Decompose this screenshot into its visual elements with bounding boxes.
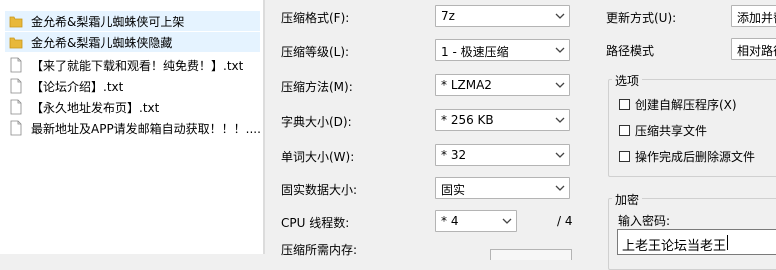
format-select-value: 7z <box>441 9 455 23</box>
sfx-checkbox[interactable]: 创建自解压程序(X) <box>619 96 737 113</box>
folder-icon <box>9 16 23 28</box>
chevron-down-icon <box>555 13 565 19</box>
dict-label: 字典大小(D): <box>281 115 352 129</box>
chevron-down-icon <box>502 218 512 224</box>
format-select[interactable]: 7z <box>435 5 570 27</box>
options-group-title: 选项 <box>612 72 643 89</box>
file-name: 【论坛介绍】.txt <box>31 79 124 94</box>
update-select[interactable]: 添加并替 <box>731 5 776 27</box>
method-select-value: * LZMA2 <box>441 78 492 92</box>
chevron-down-icon <box>555 185 565 191</box>
path-mode-select[interactable]: 相对路径 <box>731 38 776 60</box>
chevron-down-icon <box>555 47 565 53</box>
level-select[interactable]: 1 - 极速压缩 <box>435 39 570 61</box>
update-select-value: 添加并替 <box>737 11 776 25</box>
threads-select-value: * 4 <box>441 214 459 228</box>
text-caret <box>727 235 728 250</box>
file-list-item[interactable]: 最新地址及APP请发邮箱自动获取！！！.... <box>5 118 260 138</box>
threads-max: / 4 <box>557 214 573 228</box>
shared-files-checkbox[interactable]: 压缩共享文件 <box>619 122 707 139</box>
folder-icon <box>9 37 23 49</box>
word-select-value: * 32 <box>441 148 467 162</box>
text-file-icon <box>10 78 22 94</box>
solid-select[interactable]: 固实 <box>435 177 570 199</box>
add-to-archive-dialog: 压缩格式(F): 7z 压缩等级(L): 1 - 极速压缩 压缩方法(M): *… <box>265 0 776 270</box>
password-label: 输入密码: <box>618 214 671 228</box>
chevron-down-icon <box>555 152 565 158</box>
path-mode-label: 路径模式 <box>606 44 655 58</box>
level-select-value: 1 - 极速压缩 <box>441 45 509 59</box>
text-file-icon <box>10 120 22 136</box>
delete-source-checkbox[interactable]: 操作完成后删除源文件 <box>619 148 755 165</box>
file-name: 【永久地址发布页】.txt <box>31 100 160 115</box>
text-file-icon <box>10 99 22 115</box>
file-list-item[interactable]: 【论坛介绍】.txt <box>5 76 260 96</box>
file-list-item[interactable]: 【永久地址发布页】.txt <box>5 97 260 117</box>
file-list-pane: 金允希&梨霜儿蜘蛛侠可上架 金允希&梨霜儿蜘蛛侠隐藏 【来了就能下载和观看！纯免… <box>0 0 263 254</box>
memory-value-box <box>490 249 572 260</box>
dict-select[interactable]: * 256 KB <box>435 109 570 131</box>
password-input-value: 上老王论坛当老王 <box>622 239 727 254</box>
path-mode-select-value: 相对路径 <box>737 44 776 58</box>
method-select[interactable]: * LZMA2 <box>435 74 570 96</box>
checkbox-box <box>619 99 630 110</box>
password-input[interactable]: 上老王论坛当老王 <box>617 229 776 255</box>
file-list-item[interactable]: 【来了就能下载和观看！纯免费！】.txt <box>5 55 260 75</box>
format-label: 压缩格式(F): <box>281 11 350 25</box>
text-file-icon <box>10 57 22 73</box>
threads-select[interactable]: * 4 <box>435 210 517 232</box>
level-label: 压缩等级(L): <box>281 45 350 59</box>
chevron-down-icon <box>555 82 565 88</box>
file-list-item[interactable]: 金允希&梨霜儿蜘蛛侠隐藏 <box>5 32 260 52</box>
delete-source-checkbox-label: 操作完成后删除源文件 <box>635 150 756 164</box>
word-label: 单词大小(W): <box>281 150 355 164</box>
checkbox-box <box>619 151 630 162</box>
sfx-checkbox-label: 创建自解压程序(X) <box>635 98 737 112</box>
file-name: 金允希&梨霜儿蜘蛛侠隐藏 <box>31 35 173 50</box>
file-list-item[interactable]: 金允希&梨霜儿蜘蛛侠可上架 <box>5 11 260 31</box>
file-name: 金允希&梨霜儿蜘蛛侠可上架 <box>31 14 185 29</box>
checkbox-box <box>619 125 630 136</box>
chevron-down-icon <box>555 117 565 123</box>
memory-label: 压缩所需内存: <box>281 243 358 257</box>
solid-label: 固实数据大小: <box>281 183 358 197</box>
file-name: 最新地址及APP请发邮箱自动获取！！！.... <box>31 121 260 136</box>
solid-select-value: 固实 <box>441 183 466 197</box>
encryption-group-title: 加密 <box>612 191 643 208</box>
update-label: 更新方式(U): <box>606 11 677 25</box>
shared-files-checkbox-label: 压缩共享文件 <box>635 124 708 138</box>
method-label: 压缩方法(M): <box>281 80 353 94</box>
file-name: 【来了就能下载和观看！纯免费！】.txt <box>31 58 244 73</box>
threads-label: CPU 线程数: <box>281 216 350 230</box>
word-select[interactable]: * 32 <box>435 144 570 166</box>
dict-select-value: * 256 KB <box>441 113 494 127</box>
